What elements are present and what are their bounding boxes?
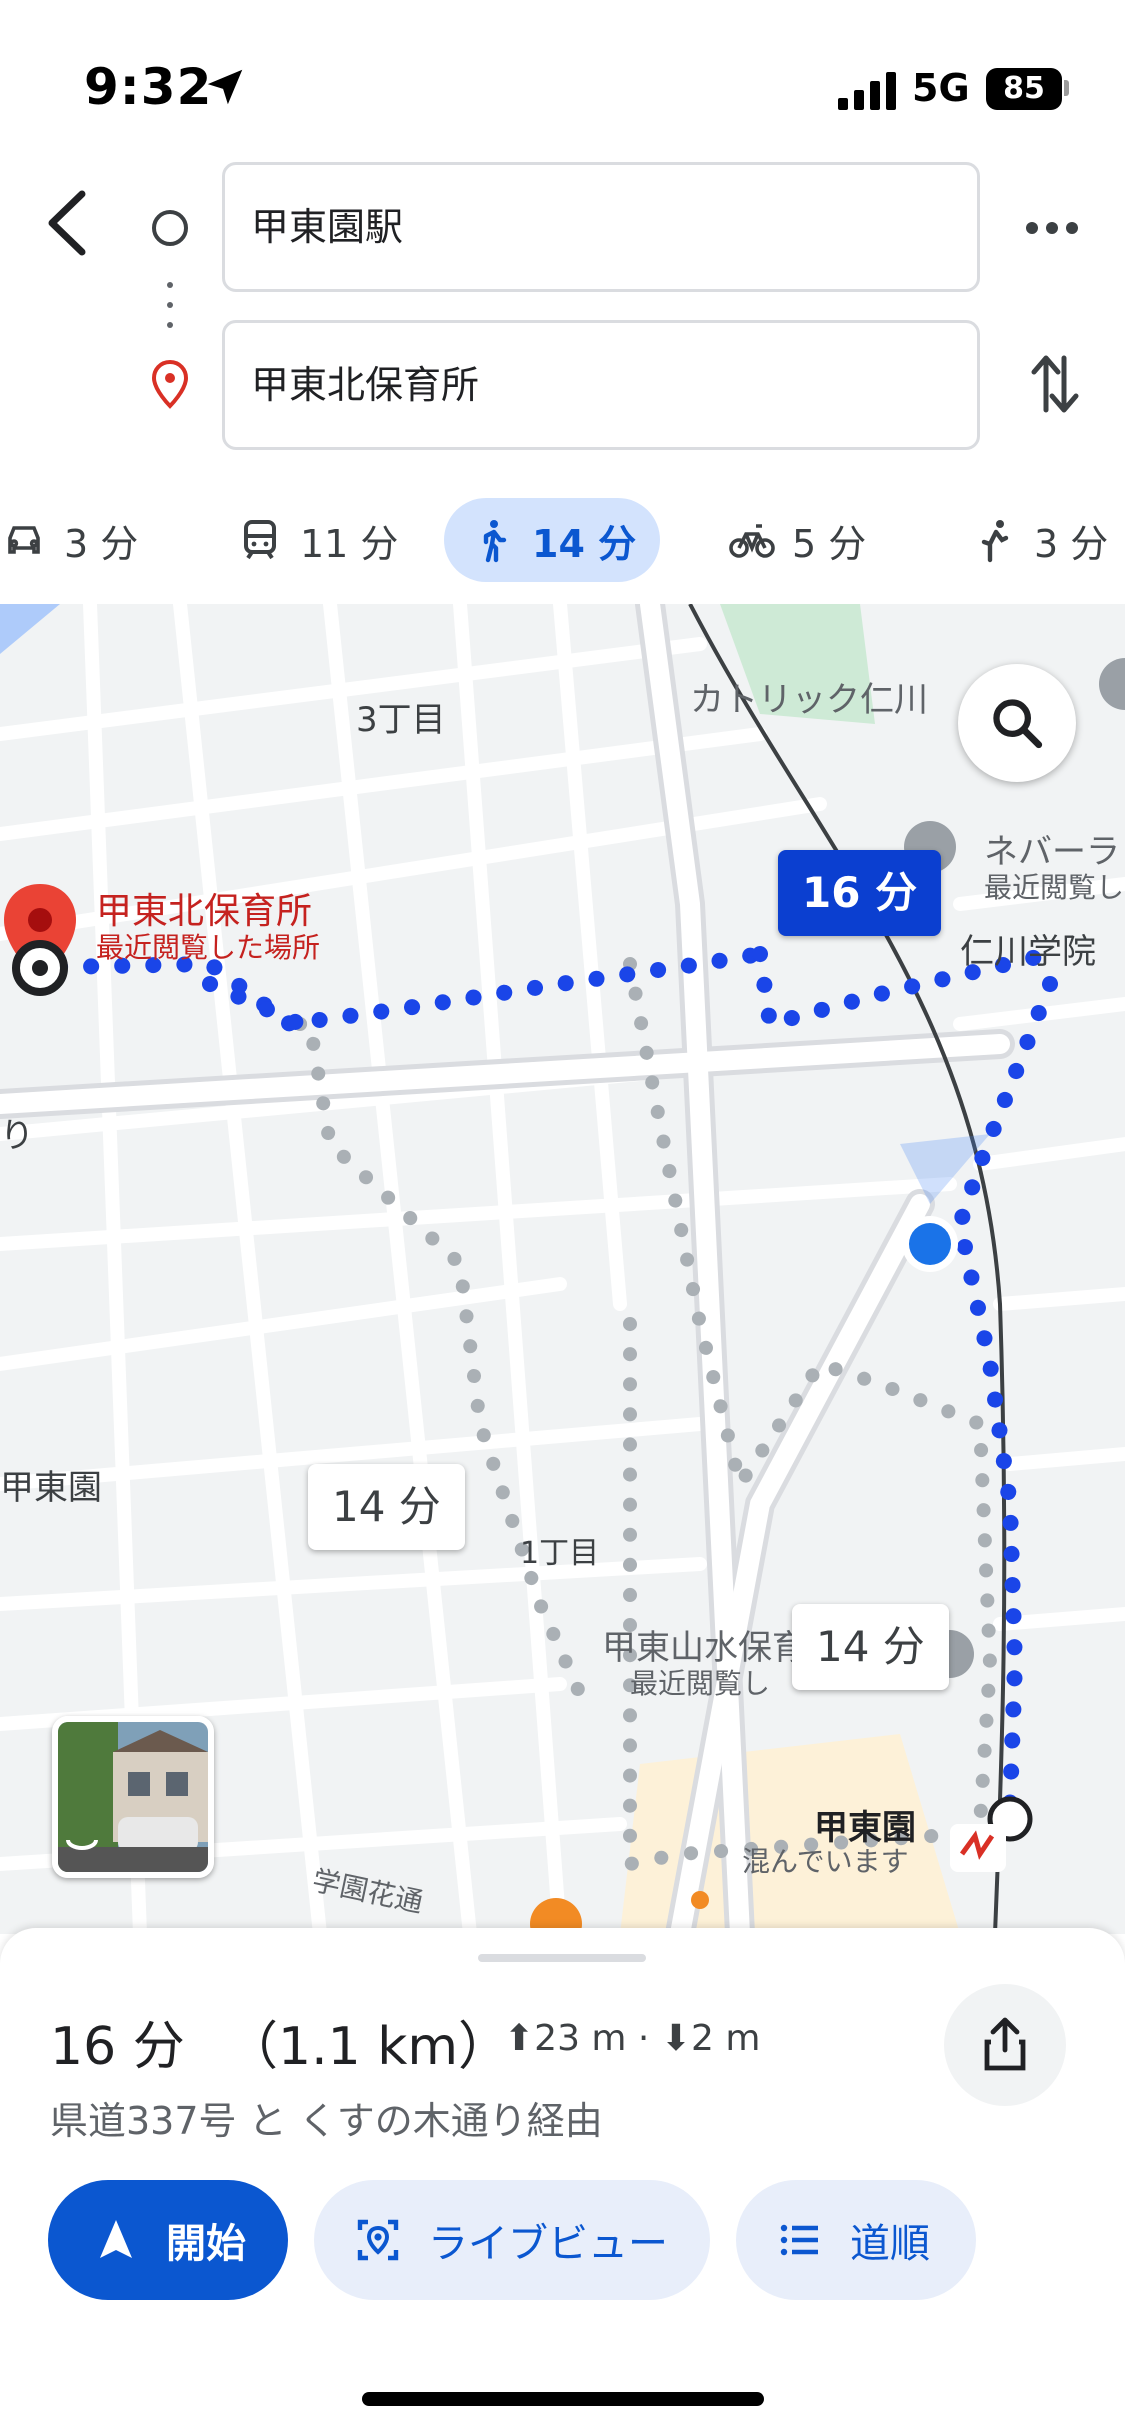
walk-icon xyxy=(483,520,507,563)
mode-tab-label: 3 分 xyxy=(1034,521,1109,566)
ride-icon xyxy=(981,520,1009,563)
map-label-school: 仁川学院 xyxy=(960,932,1096,972)
destination-input[interactable]: 甲東北保育所 xyxy=(222,320,980,450)
live-view-button[interactable]: ライブビュー xyxy=(314,2180,710,2300)
street-view-image xyxy=(58,1722,208,1872)
route-summary-sheet: 16 分 （1.1 km） ⬆23 m · ⬇2 m 県道337号 と くすの木… xyxy=(0,1928,1125,2436)
origin-circle-icon xyxy=(152,210,188,246)
train-icon xyxy=(244,520,276,560)
map-search-button[interactable] xyxy=(958,664,1076,782)
mode-tab-label: 5 分 xyxy=(792,521,867,566)
more-options-icon[interactable] xyxy=(1024,210,1080,246)
map-label-nursery-sub: 最近閲覧し xyxy=(630,1667,771,1700)
mode-tab-car[interactable]: 3 分 xyxy=(0,498,138,582)
battery-cap xyxy=(1064,80,1069,96)
map-label-area3: 3丁目 xyxy=(356,700,446,740)
steps-button[interactable]: 道順 xyxy=(736,2180,976,2300)
route-time-bubble-alt[interactable]: 14 分 xyxy=(308,1464,465,1550)
origin-input[interactable]: 甲東園駅 xyxy=(222,162,980,292)
mode-tab-label: 14 分 xyxy=(532,521,637,566)
list-icon xyxy=(780,2224,818,2256)
mode-tab-bike[interactable]: 5 分 xyxy=(728,498,866,582)
swap-icon[interactable] xyxy=(1030,352,1080,416)
connector-dot xyxy=(167,322,173,328)
start-button-label: 開始 xyxy=(166,2221,246,2267)
back-arrow-icon[interactable] xyxy=(40,188,94,258)
connector-dot xyxy=(167,302,173,308)
share-button[interactable] xyxy=(944,1984,1066,2106)
network-type: 5G xyxy=(912,66,970,110)
signal-icon xyxy=(838,72,896,110)
status-bar: 9:32 5G 85 xyxy=(0,0,1125,150)
sheet-drag-handle[interactable] xyxy=(478,1954,646,1962)
map-label-station-sub: 混んでいます xyxy=(742,1845,909,1878)
live-view-button-label: ライブビュー xyxy=(428,2221,668,2267)
live-view-icon xyxy=(357,2219,399,2261)
route-time-bubble-alt[interactable]: 14 分 xyxy=(792,1604,949,1690)
route-time-bubble-primary[interactable]: 16 分 xyxy=(778,850,942,936)
bike-icon xyxy=(729,524,775,558)
car-icon xyxy=(8,526,40,554)
connector-dot xyxy=(167,282,173,288)
mode-tab-ride[interactable]: 3 分 xyxy=(970,498,1108,582)
mode-tab-walk[interactable]: 14 分 xyxy=(444,498,661,582)
start-navigation-button[interactable]: 開始 xyxy=(48,2180,288,2300)
destination-pin-icon xyxy=(151,360,189,409)
mode-tab-label: 11 分 xyxy=(300,521,399,566)
map-label-kotoen-area: 甲東園 xyxy=(0,1468,102,1508)
mode-tab-transit[interactable]: 11 分 xyxy=(236,498,398,582)
location-arrow-icon xyxy=(207,69,243,105)
map-label-church: カトリック仁川 xyxy=(690,680,928,720)
battery-icon: 85 xyxy=(986,68,1062,110)
navigation-arrow-icon xyxy=(100,2220,132,2258)
share-icon xyxy=(984,2017,1026,2071)
route-elevation: ⬆23 m · ⬇2 m xyxy=(504,2018,761,2059)
search-icon xyxy=(993,699,1043,749)
map-label-road: り xyxy=(0,1116,34,1156)
route-eta: 16 分 xyxy=(50,2017,185,2077)
route-distance: （1.1 km） xyxy=(226,2017,510,2077)
street-view-thumbnail[interactable] xyxy=(52,1716,214,1878)
map-label-nebar-sub: 最近閲覧し xyxy=(984,871,1125,904)
home-indicator[interactable] xyxy=(362,2392,764,2406)
travel-mode-tabs: 3 分 11 分 14 分 5 分 3 分 xyxy=(0,488,1125,592)
route-via: 県道337号 と くすの木通り経由 xyxy=(50,2099,603,2143)
destination-map-sublabel: 最近閲覧した場所 xyxy=(96,931,321,964)
steps-button-label: 道順 xyxy=(850,2221,930,2267)
mode-tab-label: 3 分 xyxy=(64,521,139,566)
map-view[interactable]: 3丁目 カトリック仁川 ネバーラ 最近閲覧し 仁川学院 り 甲東園 1丁目 甲東… xyxy=(0,604,1125,1934)
status-time: 9:32 xyxy=(84,58,213,116)
map-label-area1: 1丁目 xyxy=(520,1536,600,1571)
